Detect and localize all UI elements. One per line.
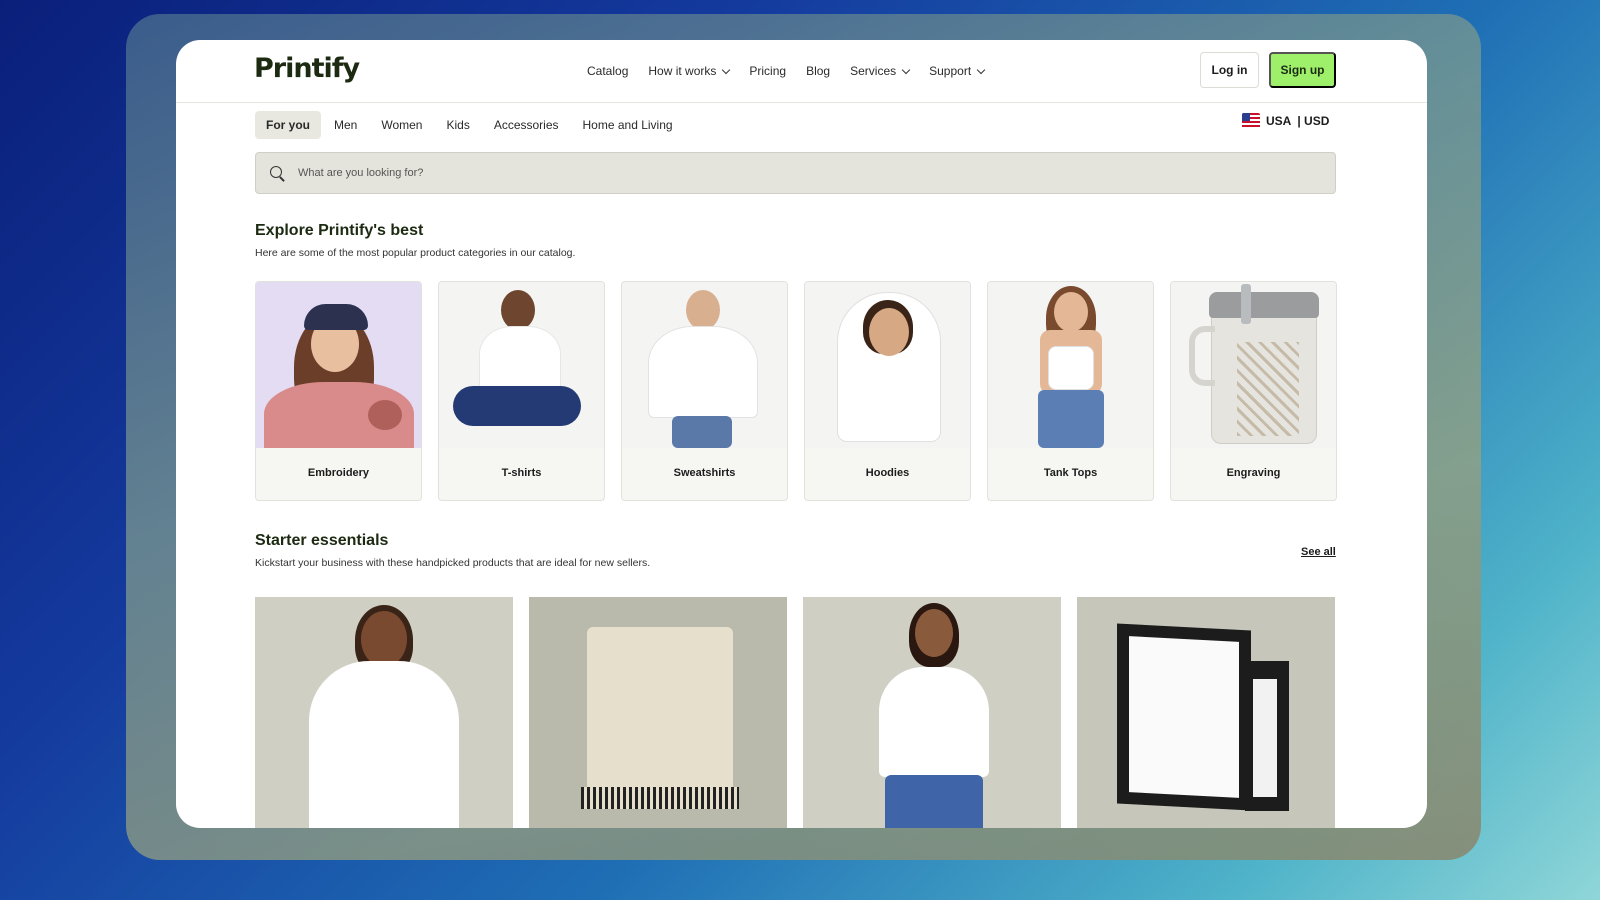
explore-title: Explore Printify's best — [255, 222, 424, 239]
category-card-tank-tops[interactable]: Tank Tops — [987, 281, 1154, 501]
top-header: Printify Catalog How it works Pricing Bl… — [176, 40, 1427, 103]
starter-title: Starter essentials — [255, 532, 389, 549]
nav-label: Blog — [806, 64, 831, 78]
see-all-link[interactable]: See all — [1301, 546, 1336, 558]
category-card-t-shirts[interactable]: T-shirts — [438, 281, 605, 501]
category-card-engraving[interactable]: Engraving — [1170, 281, 1337, 501]
nav-catalog[interactable]: Catalog — [587, 64, 628, 78]
embroidery-image — [256, 282, 421, 448]
nav-pricing[interactable]: Pricing — [749, 64, 786, 78]
explore-subtitle: Here are some of the most popular produc… — [255, 247, 576, 259]
tab-accessories[interactable]: Accessories — [483, 111, 570, 139]
t-shirts-image — [439, 282, 604, 448]
search-input[interactable] — [298, 167, 1198, 179]
product-card-t-shirt[interactable] — [803, 597, 1061, 828]
category-label: Engraving — [1226, 467, 1281, 479]
category-cards: Embroidery T-shirts Sweatshirts Hoodies … — [255, 281, 1337, 501]
browser-window: Printify Catalog How it works Pricing Bl… — [176, 40, 1427, 828]
tab-men[interactable]: Men — [323, 111, 368, 139]
chevron-down-icon — [976, 65, 986, 74]
engraving-image — [1171, 282, 1336, 448]
nav-label: How it works — [648, 64, 717, 78]
nav-services[interactable]: Services — [850, 64, 911, 78]
region-currency: | USD — [1297, 114, 1330, 128]
nav-blog[interactable]: Blog — [806, 64, 830, 78]
region-country: USA — [1266, 114, 1292, 128]
tab-for-you[interactable]: For you — [255, 111, 321, 139]
hoodies-image — [805, 282, 970, 448]
sweatshirts-image — [622, 282, 787, 448]
tab-kids[interactable]: Kids — [435, 111, 480, 139]
search-icon — [270, 166, 284, 180]
tank-tops-image — [988, 282, 1153, 448]
category-label: Embroidery — [307, 467, 370, 479]
product-card-blanket[interactable] — [529, 597, 787, 828]
chevron-down-icon — [901, 65, 911, 74]
nav-label: Pricing — [749, 64, 787, 78]
category-card-embroidery[interactable]: Embroidery — [255, 281, 422, 501]
nav-how-it-works[interactable]: How it works — [648, 64, 731, 78]
search-bar[interactable] — [255, 152, 1336, 194]
category-tabs: For you Men Women Kids Accessories Home … — [255, 111, 686, 139]
category-card-sweatshirts[interactable]: Sweatshirts — [621, 281, 788, 501]
category-label: Hoodies — [865, 467, 910, 479]
nav-label: Catalog — [587, 64, 629, 78]
tab-home-and-living[interactable]: Home and Living — [572, 111, 684, 139]
starter-subtitle: Kickstart your business with these handp… — [255, 557, 651, 569]
main-nav: Catalog How it works Pricing Blog Servic… — [587, 64, 1004, 78]
signup-button[interactable]: Sign up — [1269, 52, 1336, 88]
nav-support[interactable]: Support — [929, 64, 986, 78]
chevron-down-icon — [722, 65, 731, 74]
category-label: Sweatshirts — [673, 467, 736, 479]
category-card-hoodies[interactable]: Hoodies — [804, 281, 971, 501]
printify-logo[interactable]: Printify — [254, 53, 360, 84]
category-label: Tank Tops — [1043, 467, 1098, 479]
region-selector[interactable]: USA | USD — [1242, 113, 1329, 129]
starter-products — [255, 597, 1335, 828]
nav-label: Services — [850, 64, 897, 78]
product-card-hoodie[interactable] — [255, 597, 513, 828]
tab-women[interactable]: Women — [370, 111, 433, 139]
us-flag-icon — [1242, 113, 1260, 129]
login-button[interactable]: Log in — [1200, 52, 1259, 88]
nav-label: Support — [929, 64, 972, 78]
product-card-canvas-frame[interactable] — [1077, 597, 1335, 828]
category-label: T-shirts — [501, 467, 542, 479]
